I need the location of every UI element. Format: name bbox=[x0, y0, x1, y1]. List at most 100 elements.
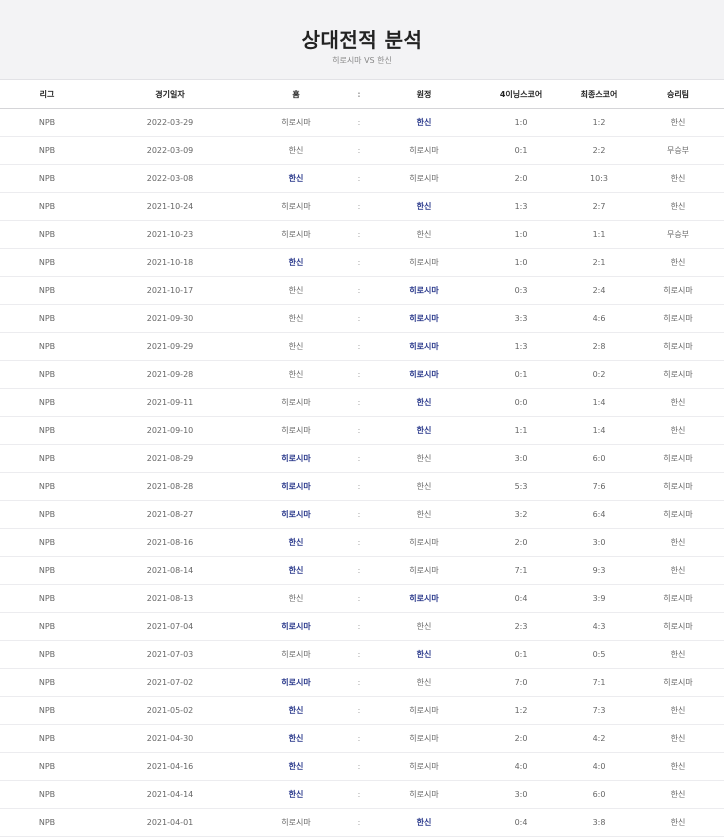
date-cell: 2021-08-28 bbox=[94, 472, 246, 501]
4inning-score-cell: 1:0 bbox=[476, 108, 566, 137]
winner-cell: 한신 bbox=[632, 752, 724, 781]
date-cell: 2021-08-16 bbox=[94, 528, 246, 557]
home-team-cell: 한신 bbox=[246, 556, 346, 585]
winner-cell: 히로시마 bbox=[632, 612, 724, 641]
away-team-cell: 히로시마 bbox=[372, 696, 476, 725]
away-team-cell: 히로시마 bbox=[372, 556, 476, 585]
table-row: NPB 2021-08-13 한신: 히로시마 0:4 3:9 히로시마 bbox=[0, 584, 724, 613]
winner-cell: 한신 bbox=[632, 108, 724, 137]
table-row: NPB 2021-04-30 한신: 히로시마 2:0 4:2 한신 bbox=[0, 724, 724, 753]
date-cell: 2021-09-10 bbox=[94, 416, 246, 445]
4inning-score-cell: 0:1 bbox=[476, 360, 566, 389]
separator-cell: : bbox=[346, 360, 372, 389]
home-team-cell: 히로시마 bbox=[246, 500, 346, 529]
col-header-league: 리그 bbox=[0, 80, 94, 109]
league-cell: NPB bbox=[0, 808, 94, 837]
league-cell: NPB bbox=[0, 304, 94, 333]
away-team-cell: 한신 bbox=[372, 472, 476, 501]
col-header-away: 원정 bbox=[372, 80, 476, 109]
winner-cell: 히로시마 bbox=[632, 668, 724, 697]
col-header-final-score: 최종스코어 bbox=[566, 80, 632, 109]
away-team-cell: 히로시마 bbox=[372, 752, 476, 781]
winner-cell: 한신 bbox=[632, 248, 724, 277]
winner-cell: 히로시마 bbox=[632, 276, 724, 305]
winner-cell: 히로시마 bbox=[632, 500, 724, 529]
winner-cell: 한신 bbox=[632, 724, 724, 753]
table-row: NPB 2021-10-18 한신: 히로시마 1:0 2:1 한신 bbox=[0, 248, 724, 277]
winner-cell: 히로시마 bbox=[632, 360, 724, 389]
home-team-cell: 한신 bbox=[246, 332, 346, 361]
table-row: NPB 2022-03-29 히로시마: 한신 1:0 1:2 한신 bbox=[0, 108, 724, 137]
4inning-score-cell: 7:0 bbox=[476, 668, 566, 697]
winner-cell: 무승부 bbox=[632, 136, 724, 165]
away-team-cell: 한신 bbox=[372, 416, 476, 445]
winner-cell: 한신 bbox=[632, 164, 724, 193]
date-cell: 2021-10-18 bbox=[94, 248, 246, 277]
date-cell: 2021-08-14 bbox=[94, 556, 246, 585]
league-cell: NPB bbox=[0, 192, 94, 221]
away-team-cell: 히로시마 bbox=[372, 276, 476, 305]
league-cell: NPB bbox=[0, 108, 94, 137]
league-cell: NPB bbox=[0, 500, 94, 529]
date-cell: 2021-04-30 bbox=[94, 724, 246, 753]
4inning-score-cell: 2:3 bbox=[476, 612, 566, 641]
table-row: NPB 2021-04-01 히로시마: 한신 0:4 3:8 한신 bbox=[0, 808, 724, 837]
league-cell: NPB bbox=[0, 780, 94, 809]
head-to-head-table: 리그 경기일자 홈 : 원정 4이닝스코어 최종스코어 승리팀 NPB 2022-… bbox=[0, 80, 724, 837]
table-body: NPB 2022-03-29 히로시마: 한신 1:0 1:2 한신 NPB 2022-03-0… bbox=[0, 108, 724, 837]
separator-cell: : bbox=[346, 304, 372, 333]
winner-cell: 무승부 bbox=[632, 220, 724, 249]
home-team-cell: 한신 bbox=[246, 276, 346, 305]
home-team-cell: 히로시마 bbox=[246, 444, 346, 473]
league-cell: NPB bbox=[0, 388, 94, 417]
separator-cell: : bbox=[346, 500, 372, 529]
date-cell: 2021-09-28 bbox=[94, 360, 246, 389]
league-cell: NPB bbox=[0, 360, 94, 389]
away-team-cell: 한신 bbox=[372, 444, 476, 473]
home-team-cell: 한신 bbox=[246, 584, 346, 613]
4inning-score-cell: 1:1 bbox=[476, 416, 566, 445]
away-team-cell: 한신 bbox=[372, 668, 476, 697]
date-cell: 2021-08-27 bbox=[94, 500, 246, 529]
table-row: NPB 2021-07-04 히로시마: 한신 2:3 4:3 히로시마 bbox=[0, 612, 724, 641]
table-row: NPB 2021-07-03 히로시마: 한신 0:1 0:5 한신 bbox=[0, 640, 724, 669]
table-row: NPB 2021-05-02 한신: 히로시마 1:2 7:3 한신 bbox=[0, 696, 724, 725]
away-team-cell: 히로시마 bbox=[372, 780, 476, 809]
separator-cell: : bbox=[346, 416, 372, 445]
winner-cell: 히로시마 bbox=[632, 472, 724, 501]
league-cell: NPB bbox=[0, 724, 94, 753]
away-team-cell: 한신 bbox=[372, 220, 476, 249]
separator-cell: : bbox=[346, 276, 372, 305]
home-team-cell: 한신 bbox=[246, 248, 346, 277]
date-cell: 2021-10-23 bbox=[94, 220, 246, 249]
home-team-cell: 한신 bbox=[246, 780, 346, 809]
final-score-cell: 2:1 bbox=[566, 248, 632, 277]
league-cell: NPB bbox=[0, 528, 94, 557]
separator-cell: : bbox=[346, 752, 372, 781]
away-team-cell: 히로시마 bbox=[372, 360, 476, 389]
4inning-score-cell: 2:0 bbox=[476, 164, 566, 193]
home-team-cell: 한신 bbox=[246, 752, 346, 781]
final-score-cell: 4:6 bbox=[566, 304, 632, 333]
final-score-cell: 0:2 bbox=[566, 360, 632, 389]
separator-cell: : bbox=[346, 388, 372, 417]
league-cell: NPB bbox=[0, 136, 94, 165]
league-cell: NPB bbox=[0, 696, 94, 725]
final-score-cell: 6:0 bbox=[566, 444, 632, 473]
table-row: NPB 2021-10-24 히로시마: 한신 1:3 2:7 한신 bbox=[0, 192, 724, 221]
winner-cell: 한신 bbox=[632, 416, 724, 445]
date-cell: 2021-09-29 bbox=[94, 332, 246, 361]
4inning-score-cell: 0:0 bbox=[476, 388, 566, 417]
separator-cell: : bbox=[346, 780, 372, 809]
winner-cell: 한신 bbox=[632, 640, 724, 669]
league-cell: NPB bbox=[0, 612, 94, 641]
final-score-cell: 7:3 bbox=[566, 696, 632, 725]
date-cell: 2021-08-13 bbox=[94, 584, 246, 613]
4inning-score-cell: 3:0 bbox=[476, 444, 566, 473]
league-cell: NPB bbox=[0, 332, 94, 361]
date-cell: 2021-09-11 bbox=[94, 388, 246, 417]
final-score-cell: 2:8 bbox=[566, 332, 632, 361]
table-row: NPB 2021-09-11 히로시마: 한신 0:0 1:4 한신 bbox=[0, 388, 724, 417]
final-score-cell: 2:7 bbox=[566, 192, 632, 221]
4inning-score-cell: 1:3 bbox=[476, 332, 566, 361]
